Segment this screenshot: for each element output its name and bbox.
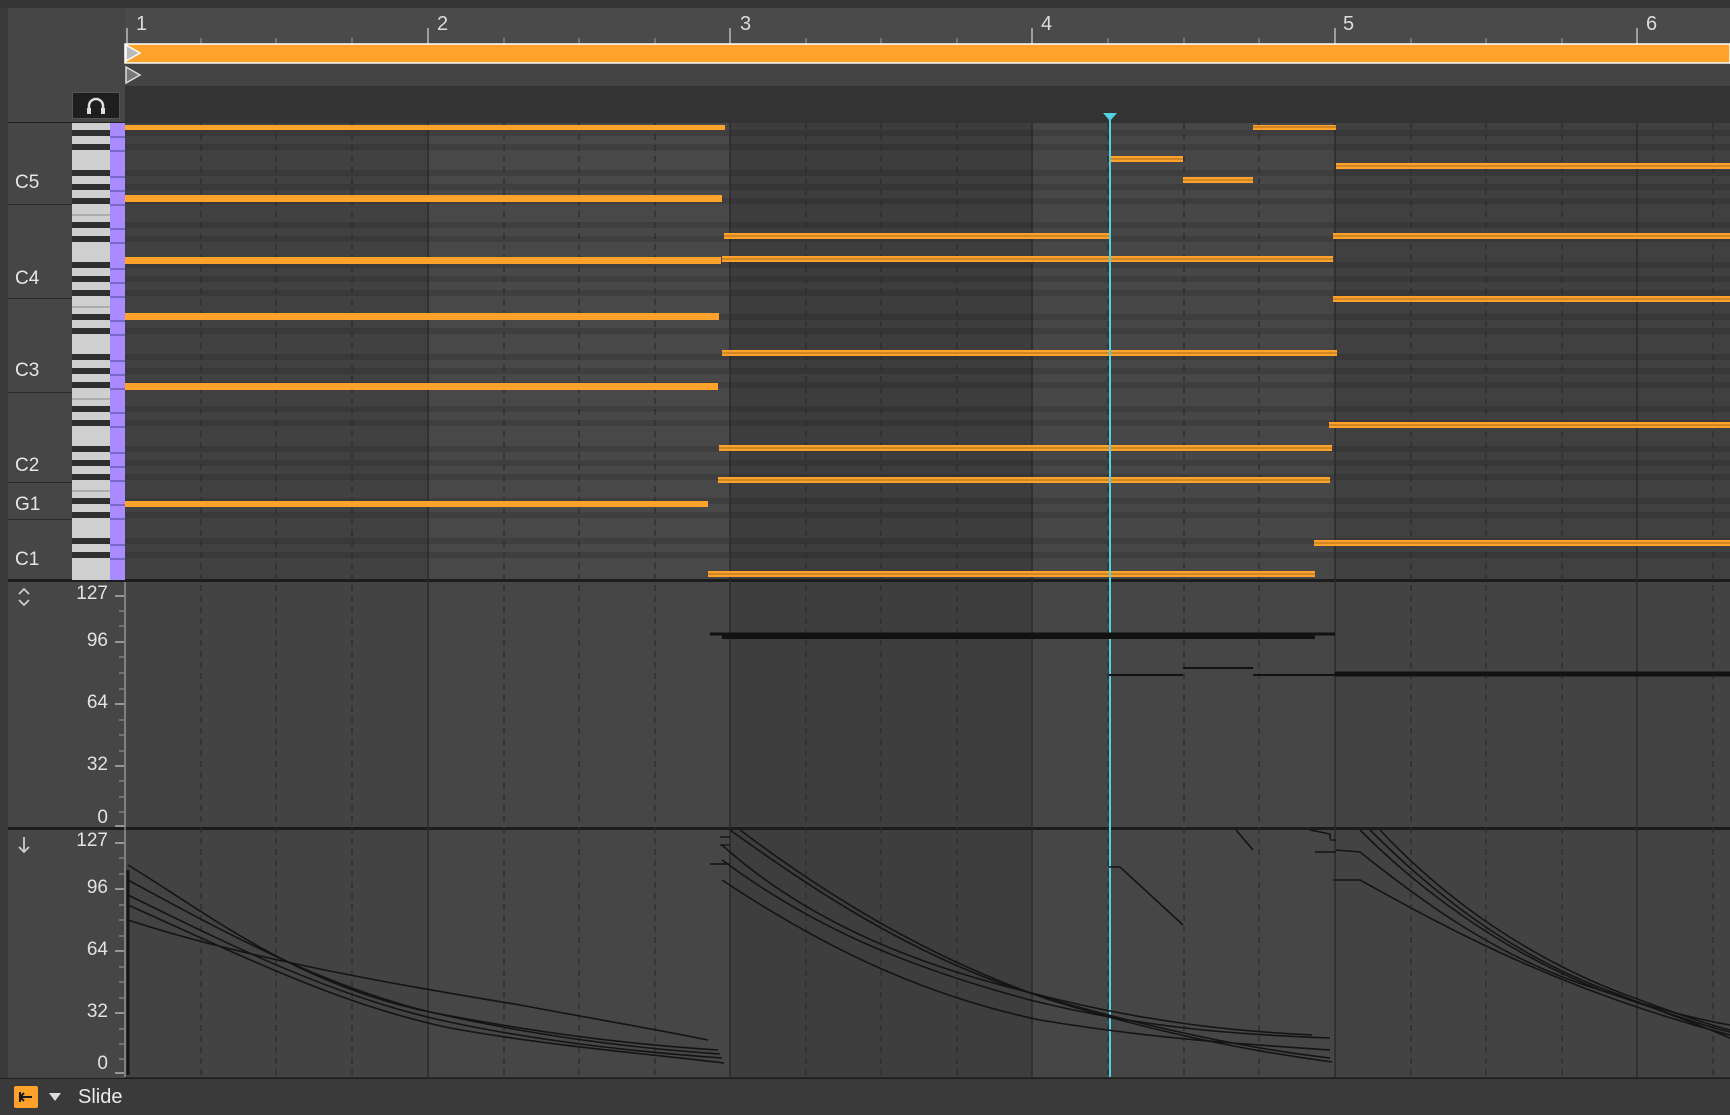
pitch-label-c4: C4 xyxy=(15,268,40,289)
midi-note[interactable] xyxy=(125,257,721,264)
midi-note[interactable] xyxy=(125,383,718,390)
midi-note[interactable] xyxy=(125,195,722,202)
midi-note[interactable] xyxy=(125,501,708,507)
midi-note[interactable] xyxy=(1253,125,1336,130)
slide-tick-127: 127 xyxy=(76,830,108,851)
triangle-down-icon xyxy=(49,1093,61,1101)
slide-tick-0: 0 xyxy=(97,1053,108,1074)
down-arrow-icon xyxy=(18,837,30,854)
loop-region[interactable] xyxy=(124,43,1730,64)
collapse-icon xyxy=(18,1092,32,1102)
headphones-icon xyxy=(87,97,105,114)
vel-tick-64: 64 xyxy=(86,692,108,713)
playhead-marker[interactable] xyxy=(1103,113,1117,121)
start-marker-flag[interactable] xyxy=(125,65,142,85)
pitch-label-c1: C1 xyxy=(15,549,40,570)
lane-toggle-button[interactable] xyxy=(14,1086,38,1108)
midi-note[interactable] xyxy=(125,125,725,130)
lane-expand-button[interactable] xyxy=(14,586,34,608)
midi-note[interactable] xyxy=(125,313,719,320)
preview-headphones-button[interactable] xyxy=(72,92,120,119)
vel-tick-96: 96 xyxy=(86,630,108,651)
pitch-label-c5: C5 xyxy=(15,172,40,193)
parameter-name[interactable]: Slide xyxy=(78,1086,122,1109)
parameter-menu-button[interactable] xyxy=(46,1087,64,1107)
slide-tick-32: 32 xyxy=(86,1001,108,1022)
lane-collapse-button[interactable] xyxy=(14,834,34,856)
slide-tick-96: 96 xyxy=(86,877,108,898)
vel-tick-127: 127 xyxy=(76,583,108,604)
piano-roll-canvas[interactable] xyxy=(0,0,1730,1114)
up-down-arrows-icon xyxy=(18,587,30,607)
lane-footer: Slide xyxy=(0,1078,1730,1115)
pitch-label-c2: C2 xyxy=(15,455,40,476)
pitch-label-g1: G1 xyxy=(15,494,41,515)
vel-tick-0: 0 xyxy=(97,807,108,828)
pitch-label-c3: C3 xyxy=(15,360,40,381)
slide-tick-64: 64 xyxy=(86,939,108,960)
vel-tick-32: 32 xyxy=(86,754,108,775)
